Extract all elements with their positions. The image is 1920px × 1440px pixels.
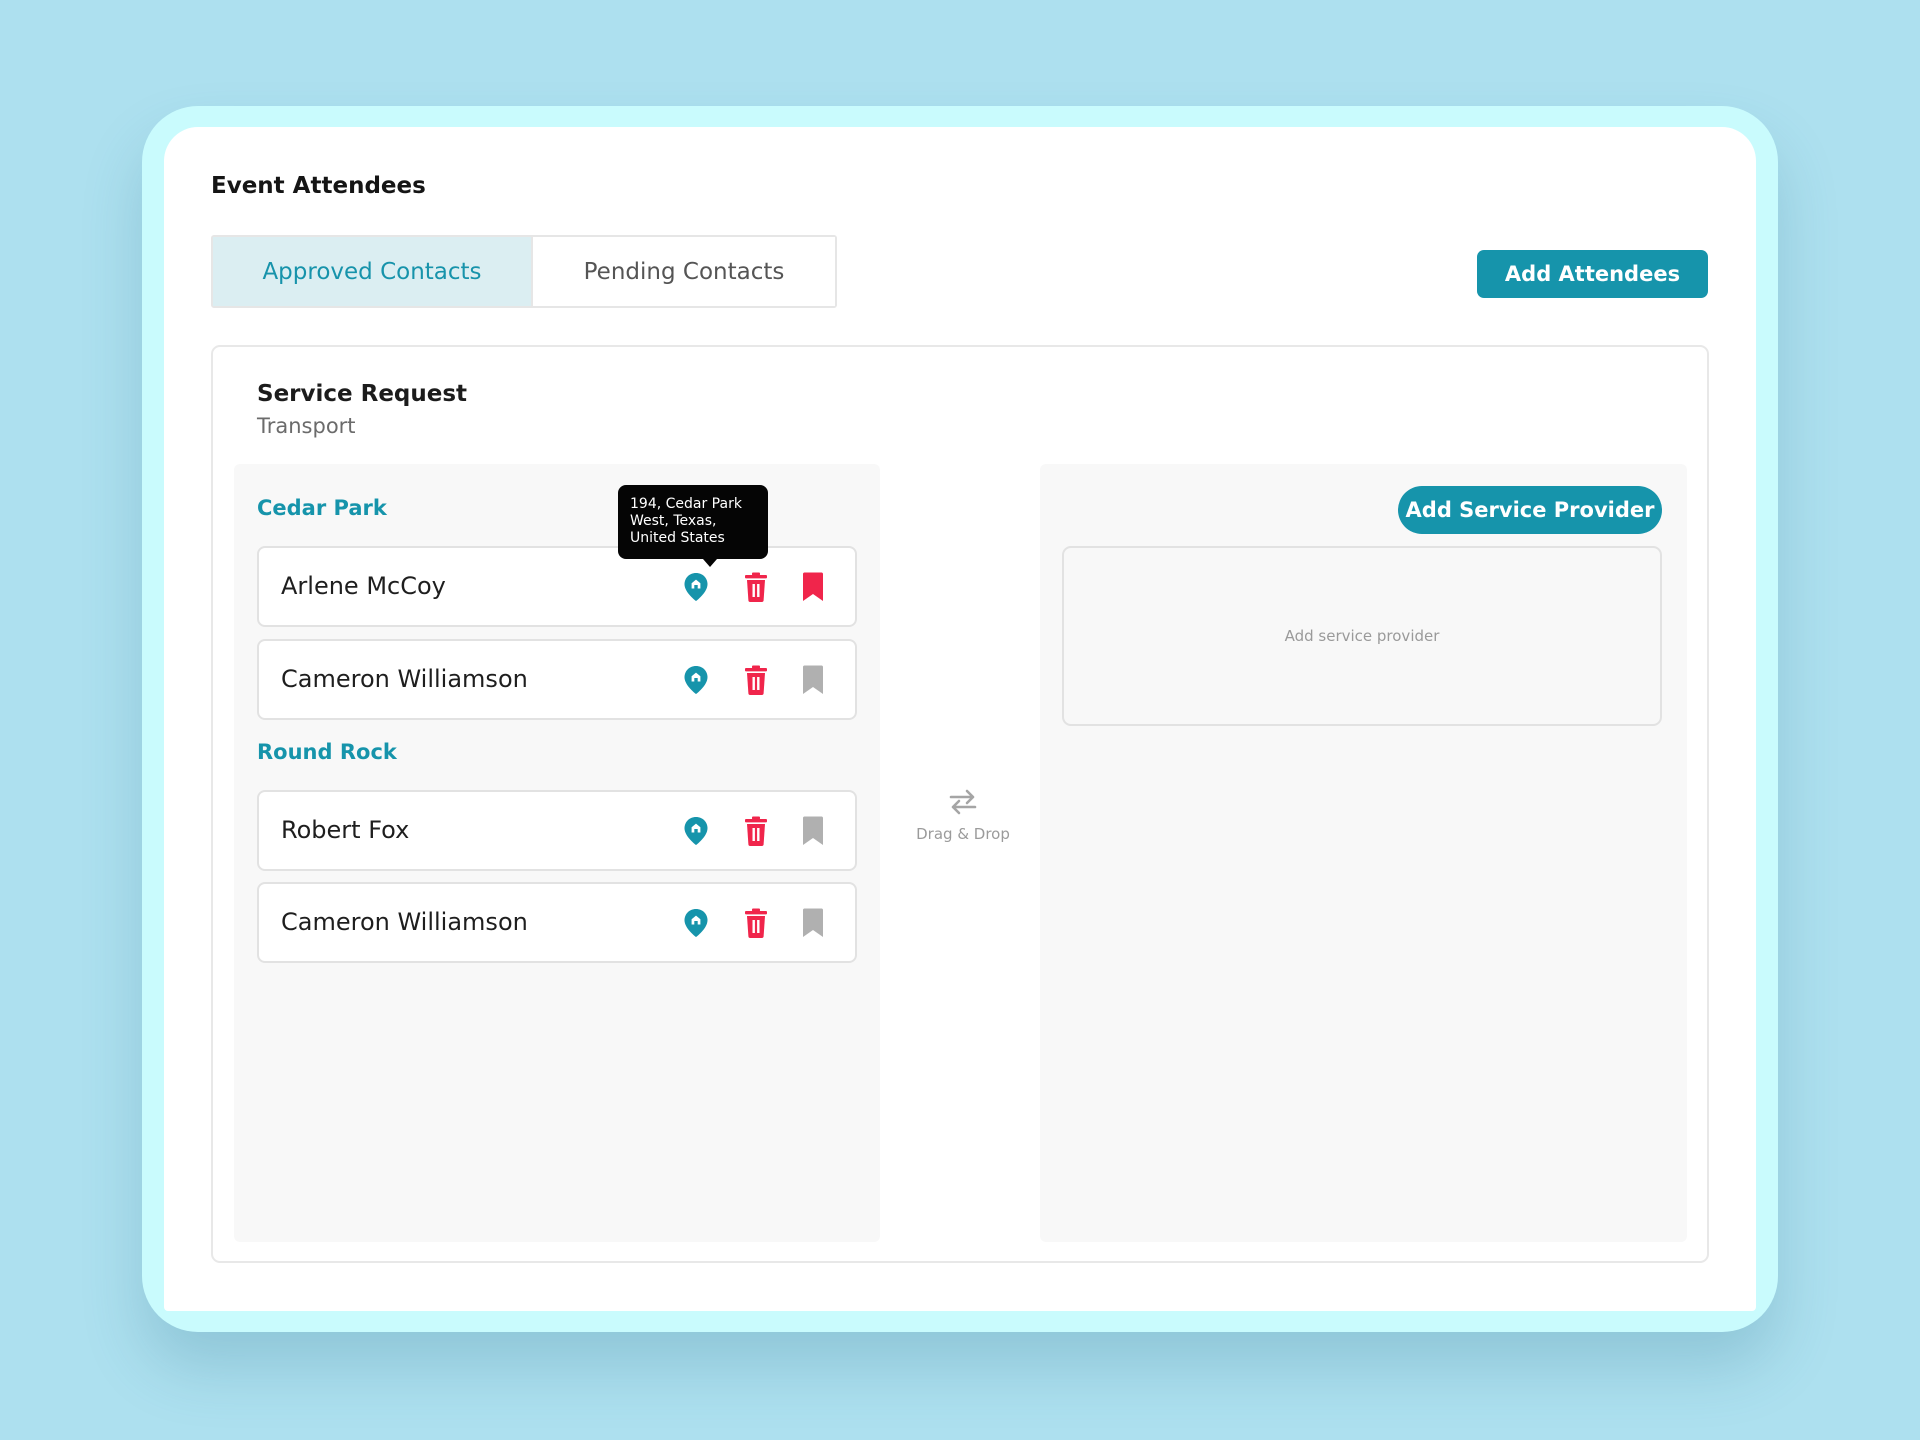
bookmark-icon[interactable] [799,664,827,696]
tablet-frame: Event Attendees Approved Contacts Pendin… [142,106,1778,1332]
contact-name: Robert Fox [281,816,410,844]
group-label-round-rock: Round Rock [257,740,397,764]
tooltip-line: 194, Cedar Park [630,496,742,512]
group-label-cedar-park: Cedar Park [257,496,387,520]
screen: Event Attendees Approved Contacts Pendin… [164,127,1756,1311]
tooltip-line: United States [630,530,725,546]
drag-drop-label: Drag & Drop [916,825,1010,843]
service-request-title: Service Request [257,381,468,407]
contact-name: Cameron Williamson [281,908,528,936]
attendee-groups-panel: Cedar Park Arlene McCoy Cameron Williams… [234,464,880,1242]
contact-row[interactable]: Cameron Williamson [257,882,857,963]
add-service-provider-button[interactable]: Add Service Provider [1398,486,1662,534]
bookmark-icon[interactable] [799,815,827,847]
tab-pending-contacts[interactable]: Pending Contacts [533,237,835,306]
contacts-tabs: Approved Contacts Pending Contacts [211,235,837,308]
tab-approved-contacts[interactable]: Approved Contacts [213,237,533,306]
location-pin-icon[interactable] [682,571,710,603]
trash-icon[interactable] [742,664,770,696]
trash-icon[interactable] [742,571,770,603]
page-title: Event Attendees [211,173,426,199]
service-provider-dropzone[interactable]: Add service provider [1062,546,1662,726]
contact-name: Cameron Williamson [281,665,528,693]
contact-row[interactable]: Robert Fox [257,790,857,871]
trash-icon[interactable] [742,815,770,847]
bookmark-icon[interactable] [799,571,827,603]
location-pin-icon[interactable] [682,815,710,847]
location-pin-icon[interactable] [682,664,710,696]
contact-row[interactable]: Arlene McCoy [257,546,857,627]
tooltip-arrow [703,559,717,567]
address-tooltip: 194, Cedar Park West, Texas, United Stat… [618,485,768,559]
contact-name: Arlene McCoy [281,572,446,600]
service-request-type: Transport [257,414,356,438]
service-provider-panel: Add Service Provider Add service provide… [1040,464,1687,1242]
add-attendees-button[interactable]: Add Attendees [1477,250,1708,298]
tooltip-line: West, Texas, [630,513,717,529]
trash-icon[interactable] [742,907,770,939]
service-request-card: Service Request Transport Cedar Park Arl… [211,345,1709,1263]
swap-arrows-icon [949,789,977,815]
drag-drop-hint: Drag & Drop [893,787,1033,843]
contact-row[interactable]: Cameron Williamson [257,639,857,720]
location-pin-icon[interactable] [682,907,710,939]
bookmark-icon[interactable] [799,907,827,939]
